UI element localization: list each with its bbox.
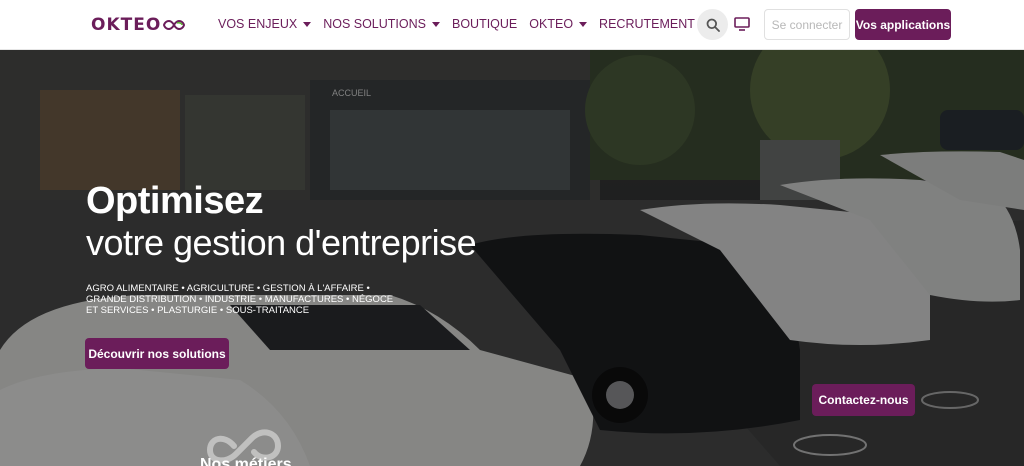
hero-section: ACCUEIL Optimisez votre gestion d'entrep…: [0, 50, 1024, 466]
main-nav: VOS ENJEUX NOS SOLUTIONS BOUTIQUE OKTEO …: [218, 17, 695, 31]
logo[interactable]: OKTEO: [91, 15, 186, 35]
search-icon: [706, 18, 720, 32]
applications-button[interactable]: Vos applications: [855, 9, 951, 40]
hero-sectors-list: AGRO ALIMENTAIRE • AGRICULTURE • GESTION…: [86, 283, 394, 316]
contact-us-button[interactable]: Contactez-nous: [812, 384, 915, 416]
nav-recrutement[interactable]: RECRUTEMENT: [599, 17, 695, 31]
nav-okteo[interactable]: OKTEO: [529, 17, 588, 31]
caret-down-icon: [579, 21, 588, 27]
nav-boutique[interactable]: BOUTIQUE: [452, 17, 517, 31]
metiers-heading: Nos métiers: [200, 456, 292, 466]
login-button[interactable]: Se connecter: [764, 9, 850, 40]
screen-button[interactable]: [733, 15, 751, 33]
site-header: OKTEO VOS ENJEUX NOS SOLUTIONS BOUTIQUE …: [0, 0, 1024, 50]
infinity-logo-icon: [163, 19, 186, 31]
logo-text: OKTEO: [91, 15, 162, 35]
discover-solutions-button[interactable]: Découvrir nos solutions: [85, 338, 229, 369]
hero-title: Optimisez: [86, 180, 264, 222]
caret-down-icon: [431, 21, 440, 27]
search-button[interactable]: [697, 9, 728, 40]
caret-down-icon: [303, 21, 312, 27]
nav-nos-solutions[interactable]: NOS SOLUTIONS: [323, 17, 440, 31]
monitor-icon: [734, 17, 750, 31]
hero-subtitle: votre gestion d'entreprise: [86, 222, 477, 263]
nav-vos-enjeux[interactable]: VOS ENJEUX: [218, 17, 312, 31]
